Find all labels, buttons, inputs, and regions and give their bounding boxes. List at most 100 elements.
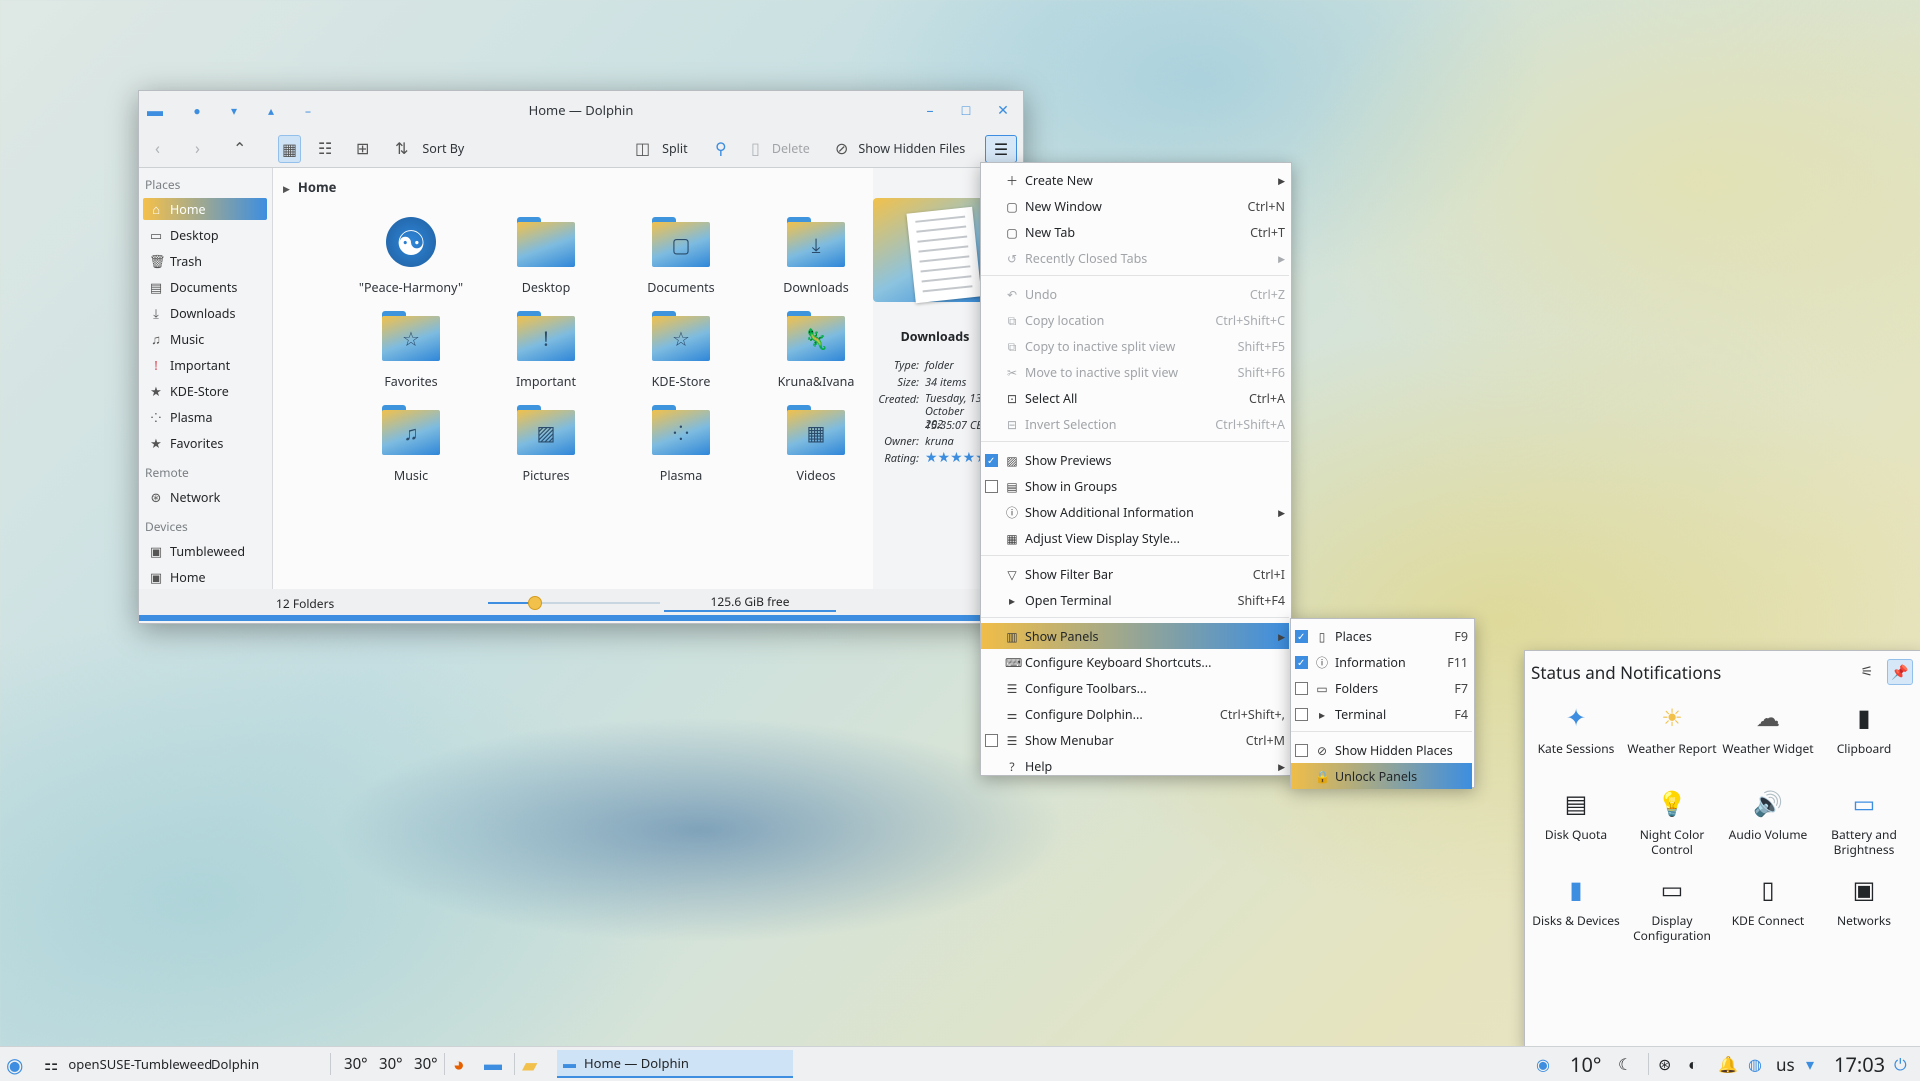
checkbox[interactable] [1295,629,1308,643]
task-dolphin[interactable]: ▬ Home — Dolphin [557,1050,793,1078]
pin-button[interactable]: 📌 [1887,659,1913,685]
menu-item-move-to-inactive-split-view[interactable]: ✂ Move to inactive split view Shift+F6 [981,359,1289,385]
sidebar-item-tumbleweed[interactable]: ▣ Tumbleweed [143,540,267,562]
applet-clipboard[interactable]: ▮ Clipboard [1816,701,1912,756]
menu-item-folders[interactable]: ▭ Folders F7 [1291,675,1472,701]
sidebar-item-favorites[interactable]: ★ Favorites [143,432,267,454]
checkbox[interactable] [985,733,998,747]
menu-item-show-menubar[interactable]: ☰ Show Menubar Ctrl+M [981,727,1289,753]
temp-sensor-2[interactable]: 30° [379,1047,403,1081]
global-menu-app[interactable]: Dolphin [211,1047,259,1081]
checkbox[interactable] [985,453,998,467]
hamburger-menu-button[interactable]: ☰ [985,135,1017,163]
tray-audio[interactable]: ◐ [1688,1047,1698,1081]
applet-battery-and-brightness[interactable]: ▭ Battery and Brightness [1816,787,1912,857]
app-launcher-button[interactable]: ◉ [6,1047,23,1081]
checkbox[interactable] [1295,655,1308,669]
file-item[interactable]: ☆ Favorites [351,307,471,397]
weather-tray[interactable]: 10° [1570,1047,1601,1081]
file-item[interactable]: ☆ KDE-Store [621,307,741,397]
menu-item-help[interactable]: ? Help ▶ [981,753,1289,779]
checkbox[interactable] [1295,681,1308,695]
file-item[interactable]: Desktop [486,213,606,303]
activity-switcher[interactable]: ⚏ openSUSE-Tumbleweed [44,1047,212,1081]
menu-item-copy-location[interactable]: ⧉ Copy location Ctrl+Shift+C [981,307,1289,333]
sidebar-item-home[interactable]: ⌂ Home [143,198,267,220]
applet-kde-connect[interactable]: ▯ KDE Connect [1720,873,1816,928]
clock[interactable]: 17:03 [1834,1047,1885,1081]
menu-item-show-filter-bar[interactable]: ▽ Show Filter Bar Ctrl+I [981,561,1289,587]
applet-kate-sessions[interactable]: ✦ Kate Sessions [1528,701,1624,756]
configure-button[interactable]: ⚟ [1855,659,1879,683]
night-color-tray[interactable]: ☾ [1618,1047,1632,1081]
menu-item-show-hidden-places[interactable]: ⊘ Show Hidden Places [1291,737,1472,763]
file-item[interactable]: ▢ Documents [621,213,741,303]
show-desktop-button[interactable]: ▰ [522,1047,537,1081]
sidebar-item-plasma[interactable]: ⁘ Plasma [143,406,267,428]
sidebar-item-home[interactable]: ▣ Home [143,566,267,588]
delete-button[interactable]: ▯ Delete [751,135,810,161]
tray-updates[interactable]: ⊛ [1658,1047,1671,1081]
menu-item-show-previews[interactable]: ▨ Show Previews [981,447,1289,473]
forward-button[interactable]: › [195,135,200,161]
zoom-slider-handle[interactable] [528,596,542,610]
info-rating-stars[interactable]: ★★★★★ [925,448,988,467]
compact-view-button[interactable]: ☷ [318,135,332,161]
power-button[interactable]: ⏻ [1894,1047,1907,1081]
checkbox[interactable] [985,479,998,493]
sidebar-item-important[interactable]: ! Important [143,354,267,376]
file-item[interactable]: 🦎 Kruna&Ivana [756,307,876,397]
search-button[interactable]: ⚲ [715,135,727,161]
breadcrumb[interactable]: ▶ Home [283,178,336,196]
sidebar-item-downloads[interactable]: ⤓ Downloads [143,302,267,324]
applet-disks-devices[interactable]: ▮ Disks & Devices [1528,873,1624,928]
applet-disk-quota[interactable]: ▤ Disk Quota [1528,787,1624,842]
menu-item-copy-to-inactive-split-view[interactable]: ⧉ Copy to inactive split view Shift+F5 [981,333,1289,359]
menu-item-terminal[interactable]: ▸ Terminal F4 [1291,701,1472,727]
icons-view-button[interactable]: ▦ [278,135,302,163]
sidebar-item-kde-store[interactable]: ★ KDE-Store [143,380,267,402]
menu-item-open-terminal[interactable]: ▸ Open Terminal Shift+F4 [981,587,1289,613]
menu-item-configure-dolphin[interactable]: ⚌ Configure Dolphin... Ctrl+Shift+, [981,701,1289,727]
sidebar-item-desktop[interactable]: ▭ Desktop [143,224,267,246]
menu-item-recently-closed-tabs[interactable]: ↺ Recently Closed Tabs ▶ [981,245,1289,271]
sidebar-item-trash[interactable]: 🗑 Trash [143,250,267,272]
menu-item-configure-toolbars[interactable]: ☰ Configure Toolbars... [981,675,1289,701]
file-item[interactable]: ♫ Music [351,401,471,491]
tray-kde-connect[interactable]: ◍ [1748,1047,1762,1081]
keyboard-layout[interactable]: us [1776,1047,1795,1081]
sort-by-button[interactable]: ⇅ Sort By [395,135,464,161]
menu-item-show-in-groups[interactable]: ▤ Show in Groups [981,473,1289,499]
file-view[interactable]: ▶ Home ☯ "Peace-Harmony" Desktop ▢ Documents ⤓… [273,168,873,612]
back-button[interactable]: ‹ [155,135,160,161]
checkbox[interactable] [1295,743,1308,757]
dolphin-launcher[interactable]: ▬ [484,1047,502,1081]
firefox-launcher[interactable]: ◕ [453,1047,464,1081]
menu-item-create-new[interactable]: ＋ Create New ▶ [981,167,1289,193]
temp-sensor-3[interactable]: 30° [414,1047,438,1081]
menu-item-places[interactable]: ▯ Places F9 [1291,623,1472,649]
file-item[interactable]: ▨ Pictures [486,401,606,491]
menu-item-show-additional-information[interactable]: ⓘ Show Additional Information ▶ [981,499,1289,525]
menu-item-unlock-panels[interactable]: 🔒 Unlock Panels [1291,763,1472,789]
menu-item-adjust-view-display-style[interactable]: ▦ Adjust View Display Style... [981,525,1289,551]
menu-item-new-window[interactable]: ▢ New Window Ctrl+N [981,193,1289,219]
sidebar-item-music[interactable]: ♫ Music [143,328,267,350]
applet-weather-report[interactable]: ☀ Weather Report [1624,701,1720,756]
tray-notifications[interactable]: 🔔 [1718,1047,1738,1081]
menu-item-information[interactable]: ⓘ Information F11 [1291,649,1472,675]
menu-item-new-tab[interactable]: ▢ New Tab Ctrl+T [981,219,1289,245]
file-item[interactable]: ▦ Videos [756,401,876,491]
up-button[interactable]: ⌃ [233,135,246,161]
applet-night-color-control[interactable]: 💡 Night Color Control [1624,787,1720,857]
applet-weather-widget[interactable]: ☁ Weather Widget [1720,701,1816,756]
close-button[interactable]: ✕ [992,99,1014,121]
file-item[interactable]: ☯ "Peace-Harmony" [351,213,471,303]
details-view-button[interactable]: ⊞ [356,135,369,161]
zoom-slider-track[interactable] [488,602,660,604]
menu-item-invert-selection[interactable]: ⊟ Invert Selection Ctrl+Shift+A [981,411,1289,437]
tray-opensuse[interactable]: ◉ [1536,1047,1550,1081]
file-item[interactable]: ⤓ Downloads [756,213,876,303]
file-item[interactable]: ! Important [486,307,606,397]
tray-expand-button[interactable]: ▾ [1806,1047,1814,1081]
